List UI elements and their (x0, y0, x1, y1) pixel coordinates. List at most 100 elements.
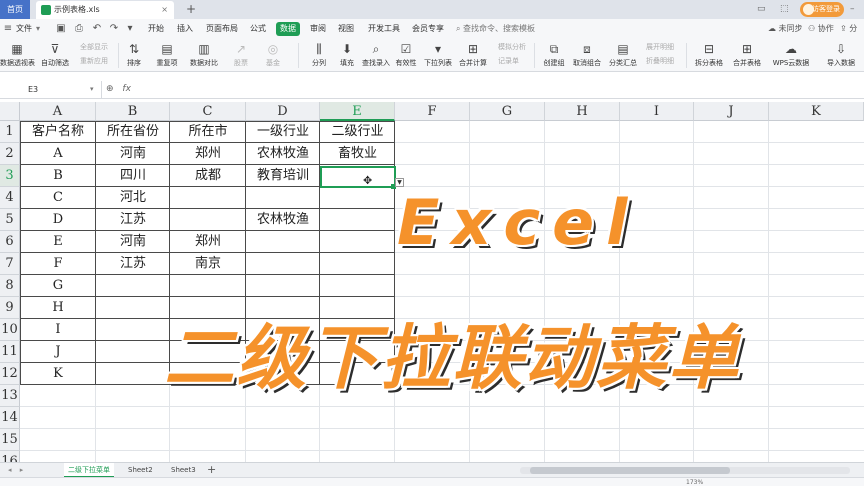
menu-view[interactable]: 视图 (338, 19, 354, 39)
column-header-c[interactable]: C (170, 102, 246, 121)
table-cell[interactable]: 江苏 (96, 253, 170, 275)
menu-start[interactable]: 开始 (148, 19, 164, 39)
ribbon-button-group[interactable]: ⧉ 创建组 (540, 39, 568, 72)
row-header-13[interactable]: 13 (0, 385, 20, 407)
ribbon-button-stock[interactable]: ↗ 股票 (226, 39, 256, 72)
name-box-dropdown-icon[interactable]: ▾ (90, 81, 94, 98)
table-cell[interactable]: 南京 (170, 253, 246, 275)
ribbon-button-cloud-data[interactable]: ☁ WPS云数据 (770, 39, 812, 72)
formula-input[interactable] (140, 81, 860, 98)
table-cell[interactable] (170, 187, 246, 209)
ribbon-small-item[interactable]: 重新应用 (80, 56, 108, 66)
table-cell[interactable] (96, 341, 170, 363)
more-dropdown-icon[interactable]: ▾ (124, 23, 136, 35)
ribbon-button-split-column[interactable]: ⫼ 分列 (306, 39, 332, 72)
header-cell[interactable]: 所在市 (170, 121, 246, 143)
row-header-3[interactable]: 3 (0, 165, 20, 187)
column-header-d[interactable]: D (246, 102, 320, 121)
table-cell[interactable] (96, 319, 170, 341)
table-cell[interactable]: J (20, 341, 96, 363)
column-header-g[interactable]: G (470, 102, 545, 121)
menu-developer[interactable]: 开发工具 (368, 19, 400, 39)
row-header-14[interactable]: 14 (0, 407, 20, 429)
row-header-10[interactable]: 10 (0, 319, 20, 341)
ribbon-button-lookup-entry[interactable]: ⌕ 查找录入 (360, 39, 392, 72)
ribbon-button-sort[interactable]: ⇅ 排序 (122, 39, 146, 72)
visitor-login-button[interactable]: 访客登录 (800, 2, 844, 17)
column-header-j[interactable]: J (694, 102, 769, 121)
table-cell[interactable] (170, 275, 246, 297)
table-cell[interactable]: 四川 (96, 165, 170, 187)
header-cell[interactable]: 客户名称 (20, 121, 96, 143)
table-cell[interactable] (96, 275, 170, 297)
spreadsheet-grid[interactable]: A B C D E F G H I J K 1 2 3 4 5 6 7 8 9 10 11 12 13 14 15 16 客户名称 所在… (0, 102, 864, 462)
table-cell[interactable]: F (20, 253, 96, 275)
table-cell[interactable]: G (20, 275, 96, 297)
column-header-h[interactable]: H (545, 102, 620, 121)
menu-insert[interactable]: 插入 (177, 19, 193, 39)
column-header-b[interactable]: B (96, 102, 170, 121)
ribbon-button-import-data[interactable]: ⇩ 导入数据 (822, 39, 860, 72)
ribbon-button-split-table[interactable]: ⊟ 拆分表格 (692, 39, 726, 72)
row-header-16[interactable]: 16 (0, 451, 20, 462)
header-cell[interactable]: 二级行业 (320, 121, 395, 143)
add-sheet-icon[interactable]: + (207, 463, 216, 477)
zoom-formula-icon[interactable]: ⊕ (106, 84, 114, 94)
table-cell[interactable] (246, 253, 320, 275)
column-header-a[interactable]: A (20, 102, 96, 121)
ribbon-button-compare[interactable]: ▥ 数据对比 (186, 39, 222, 72)
column-header-f[interactable]: F (395, 102, 470, 121)
table-cell[interactable]: B (20, 165, 96, 187)
document-tab[interactable]: 示例表格.xls × (36, 1, 174, 19)
ribbon-small-item[interactable]: 全部显示 (80, 42, 108, 52)
table-cell[interactable]: A (20, 143, 96, 165)
menu-formulas[interactable]: 公式 (250, 19, 266, 39)
table-cell[interactable]: 成都 (170, 165, 246, 187)
table-cell[interactable]: 农林牧渔 (246, 143, 320, 165)
menu-file-dropdown-icon[interactable]: ▾ (36, 19, 40, 39)
table-cell[interactable]: D (20, 209, 96, 231)
menu-review[interactable]: 审阅 (310, 19, 326, 39)
home-tab[interactable]: 首页 (0, 0, 30, 19)
table-cell[interactable] (246, 275, 320, 297)
table-cell[interactable]: 河南 (96, 231, 170, 253)
header-cell[interactable]: 所在省份 (96, 121, 170, 143)
table-cell[interactable] (320, 187, 395, 209)
ribbon-button-dropdown-list[interactable]: ▾ 下拉列表 (422, 39, 454, 72)
command-search[interactable]: ⌕ 查找命令、搜索模板 (456, 19, 535, 39)
skin-icon[interactable]: ⬚ (780, 0, 789, 19)
table-cell[interactable]: 河南 (96, 143, 170, 165)
table-cell[interactable]: H (20, 297, 96, 319)
menu-file[interactable]: 文件 (16, 19, 32, 39)
close-tab-icon[interactable]: × (161, 1, 168, 19)
save-icon[interactable]: ▣ (55, 23, 67, 35)
select-all-corner[interactable] (0, 102, 20, 121)
ribbon-button-duplicate[interactable]: ▤ 重复项 (152, 39, 182, 72)
undo-icon[interactable]: ↶ (91, 23, 103, 35)
ribbon-button-fill[interactable]: ⬇ 填充 (334, 39, 360, 72)
ribbon-small-item[interactable]: 折叠明细 (646, 56, 674, 66)
ribbon-small-item[interactable]: 展开明细 (646, 42, 674, 52)
ribbon-button-pivot-table[interactable]: ▦ 数据透视表 (0, 39, 35, 72)
ribbon-button-ungroup[interactable]: ⧈ 取消组合 (570, 39, 604, 72)
table-cell[interactable] (170, 209, 246, 231)
print-icon[interactable]: ⎙ (73, 23, 85, 35)
minimize-icon[interactable]: – (850, 0, 855, 19)
sheet-nav-arrows-icon[interactable]: ◂ ▸ (8, 463, 26, 478)
row-header-15[interactable]: 15 (0, 429, 20, 451)
table-cell[interactable]: K (20, 363, 96, 385)
fx-icon[interactable]: fx (122, 84, 131, 94)
ribbon-small-item[interactable]: 模拟分析 (498, 42, 526, 52)
name-box[interactable]: E3 (0, 81, 102, 98)
table-cell[interactable]: 畜牧业 (320, 143, 395, 165)
table-cell[interactable] (96, 297, 170, 319)
menu-page-layout[interactable]: 页面布局 (206, 19, 238, 39)
table-cell[interactable] (320, 231, 395, 253)
collaborate-button[interactable]: ⚇ 协作 (808, 19, 834, 39)
ribbon-button-filter[interactable]: ⊽ 自动筛选 (38, 39, 72, 72)
new-tab-icon[interactable]: + (186, 0, 196, 18)
row-header-11[interactable]: 11 (0, 341, 20, 363)
column-header-e[interactable]: E (320, 102, 395, 121)
table-cell[interactable] (96, 363, 170, 385)
table-cell[interactable] (320, 253, 395, 275)
